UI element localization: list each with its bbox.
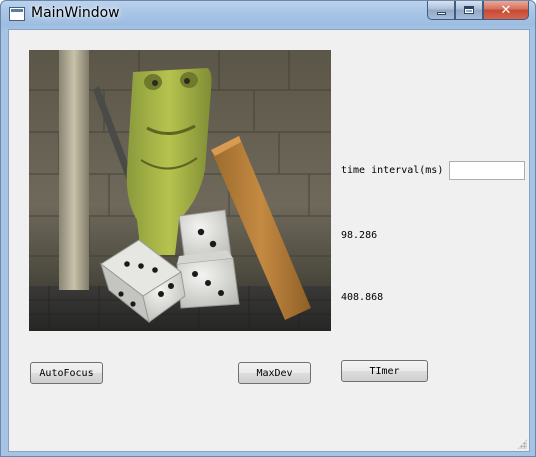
value-readout-2: 408.868 xyxy=(341,292,384,303)
maxdev-button[interactable]: MaxDev xyxy=(238,362,311,384)
caption-buttons: ✕ xyxy=(427,1,529,21)
maximize-button[interactable] xyxy=(455,1,483,20)
minimize-icon xyxy=(436,11,446,15)
app-window-icon xyxy=(9,7,25,21)
autofocus-button[interactable]: AutoFocus xyxy=(30,362,103,384)
maximize-icon xyxy=(464,6,474,14)
close-icon: ✕ xyxy=(500,2,512,18)
client-area: time interval(ms) 98.286 408.868 AutoFoc… xyxy=(8,29,530,452)
main-window: MainWindow ✕ time interval(ms) 98.286 40… xyxy=(0,0,536,457)
timer-button[interactable]: TImer xyxy=(341,360,428,382)
minimize-button[interactable] xyxy=(427,1,455,20)
title-bar[interactable]: MainWindow ✕ xyxy=(1,1,535,29)
value-readout-1: 98.286 xyxy=(341,230,378,241)
scene-image xyxy=(29,50,331,331)
interval-label: time interval(ms) xyxy=(341,165,444,176)
close-button[interactable]: ✕ xyxy=(483,1,529,20)
resize-grip[interactable] xyxy=(517,439,527,449)
window-title: MainWindow xyxy=(31,5,120,21)
interval-input[interactable] xyxy=(449,161,525,180)
image-display xyxy=(29,50,331,331)
